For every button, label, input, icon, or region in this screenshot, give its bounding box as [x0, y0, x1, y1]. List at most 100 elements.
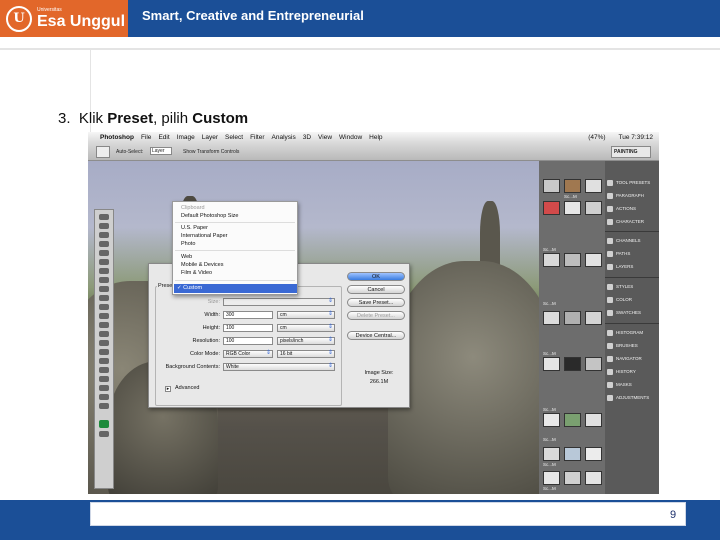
preset-thumbnail[interactable]: [543, 413, 560, 427]
cancel-button[interactable]: Cancel: [347, 285, 405, 294]
preset-option-mobile[interactable]: Mobile & Devices: [181, 262, 224, 268]
resolution-unit-select[interactable]: pixels/inch: [277, 337, 335, 345]
preset-thumbnail[interactable]: [543, 447, 560, 461]
preset-option-photo[interactable]: Photo: [181, 241, 195, 247]
preset-thumbnail[interactable]: [585, 311, 602, 325]
preset-thumbnail[interactable]: [585, 179, 602, 193]
foreground-color-swatch[interactable]: [99, 420, 109, 428]
menu-image[interactable]: Image: [177, 134, 195, 141]
marquee-icon[interactable]: [99, 223, 109, 229]
save-preset-button[interactable]: Save Preset...: [347, 298, 405, 307]
preset-option-international-paper[interactable]: International Paper: [181, 233, 227, 239]
preset-thumbnail[interactable]: [564, 471, 581, 485]
history-brush-icon[interactable]: [99, 295, 109, 301]
preset-thumbnail[interactable]: [564, 179, 581, 193]
resolution-input[interactable]: 100: [223, 337, 273, 345]
eraser-icon[interactable]: [99, 304, 109, 310]
preset-thumbnail[interactable]: [543, 471, 560, 485]
width-input[interactable]: 300: [223, 311, 273, 319]
disclosure-triangle-icon[interactable]: ▸: [165, 386, 171, 392]
transform-controls-label[interactable]: Show Transform Controls: [183, 149, 239, 155]
menu-help[interactable]: Help: [369, 134, 382, 141]
bit-depth-select[interactable]: 16 bit: [277, 350, 335, 358]
panel-histogram[interactable]: HISTOGRAM: [607, 327, 657, 338]
brush-icon[interactable]: [99, 277, 109, 283]
menu-filter[interactable]: Filter: [250, 134, 264, 141]
preset-option-default[interactable]: Default Photoshop Size: [181, 213, 238, 219]
preset-option-web[interactable]: Web: [181, 254, 192, 260]
menu-view[interactable]: View: [318, 134, 332, 141]
background-contents-select[interactable]: White: [223, 363, 335, 371]
type-icon[interactable]: [99, 349, 109, 355]
preset-thumbnail[interactable]: [564, 201, 581, 215]
lasso-icon[interactable]: [99, 232, 109, 238]
menu-3d[interactable]: 3D: [303, 134, 311, 141]
healing-icon[interactable]: [99, 268, 109, 274]
menu-file[interactable]: File: [141, 134, 151, 141]
move-icon[interactable]: [99, 214, 109, 220]
panel-layers[interactable]: LAYERS: [607, 261, 657, 272]
gradient-icon[interactable]: [99, 313, 109, 319]
preset-thumbnail[interactable]: [543, 201, 560, 215]
panel-history[interactable]: HISTORY: [607, 366, 657, 377]
preset-option-us-paper[interactable]: U.S. Paper: [181, 225, 208, 231]
auto-select-label[interactable]: Auto-Select:: [116, 149, 143, 155]
preset-thumbnail[interactable]: [585, 413, 602, 427]
panel-brushes[interactable]: BRUSHES: [607, 340, 657, 351]
panel-character[interactable]: CHARACTER: [607, 216, 657, 227]
advanced-disclosure[interactable]: ▸ Advanced: [161, 385, 199, 392]
width-unit-select[interactable]: cm: [277, 311, 335, 319]
device-central-button[interactable]: Device Central...: [347, 331, 405, 340]
3d-rotate-icon[interactable]: [99, 376, 109, 382]
preset-thumbnail[interactable]: [585, 201, 602, 215]
panel-channels[interactable]: CHANNELS: [607, 235, 657, 246]
panel-paths[interactable]: PATHS: [607, 248, 657, 259]
menu-analysis[interactable]: Analysis: [272, 134, 296, 141]
pen-icon[interactable]: [99, 340, 109, 346]
preset-option-custom[interactable]: ✓ Custom: [174, 284, 297, 293]
eyedropper-icon[interactable]: [99, 259, 109, 265]
menu-select[interactable]: Select: [225, 134, 243, 141]
panel-styles[interactable]: STYLES: [607, 281, 657, 292]
preset-thumbnail[interactable]: [543, 179, 560, 193]
preset-thumbnail[interactable]: [585, 357, 602, 371]
panel-actions[interactable]: ACTIONS: [607, 203, 657, 214]
color-mode-select[interactable]: RGB Color: [223, 350, 273, 358]
shape-icon[interactable]: [99, 367, 109, 373]
panel-masks[interactable]: MASKS: [607, 379, 657, 390]
height-unit-select[interactable]: cm: [277, 324, 335, 332]
menu-edit[interactable]: Edit: [158, 134, 169, 141]
menu-window[interactable]: Window: [339, 134, 362, 141]
height-input[interactable]: 100: [223, 324, 273, 332]
preset-thumbnail[interactable]: [543, 253, 560, 267]
panel-tool-presets[interactable]: TOOL PRESETS: [607, 177, 657, 188]
preset-thumbnail[interactable]: [564, 413, 581, 427]
panel-color[interactable]: COLOR: [607, 294, 657, 305]
menu-layer[interactable]: Layer: [202, 134, 218, 141]
preset-thumbnail[interactable]: [585, 253, 602, 267]
stamp-icon[interactable]: [99, 286, 109, 292]
hand-icon[interactable]: [99, 394, 109, 400]
quick-select-icon[interactable]: [99, 241, 109, 247]
panel-adjustments[interactable]: ADJUSTMENTS: [607, 392, 657, 403]
move-tool-icon[interactable]: [96, 146, 110, 158]
menu-photoshop[interactable]: Photoshop: [100, 134, 134, 141]
3d-orbit-icon[interactable]: [99, 385, 109, 391]
dodge-icon[interactable]: [99, 331, 109, 337]
zoom-icon[interactable]: [99, 403, 109, 409]
preset-thumbnail[interactable]: [543, 357, 560, 371]
preset-thumbnail[interactable]: [564, 311, 581, 325]
preset-option-film-video[interactable]: Film & Video: [181, 270, 212, 276]
ok-button[interactable]: OK: [347, 272, 405, 281]
preset-thumbnail[interactable]: [585, 447, 602, 461]
preset-thumbnail[interactable]: [585, 471, 602, 485]
preset-thumbnail[interactable]: [564, 253, 581, 267]
blur-icon[interactable]: [99, 322, 109, 328]
preset-thumbnail[interactable]: [543, 311, 560, 325]
panel-navigator[interactable]: NAVIGATOR: [607, 353, 657, 364]
workspace-switcher[interactable]: PAINTING: [611, 146, 651, 158]
panel-paragraph[interactable]: PARAGRAPH: [607, 190, 657, 201]
crop-icon[interactable]: [99, 250, 109, 256]
panel-swatches[interactable]: SWATCHES: [607, 307, 657, 318]
quick-mask-icon[interactable]: [99, 431, 109, 437]
